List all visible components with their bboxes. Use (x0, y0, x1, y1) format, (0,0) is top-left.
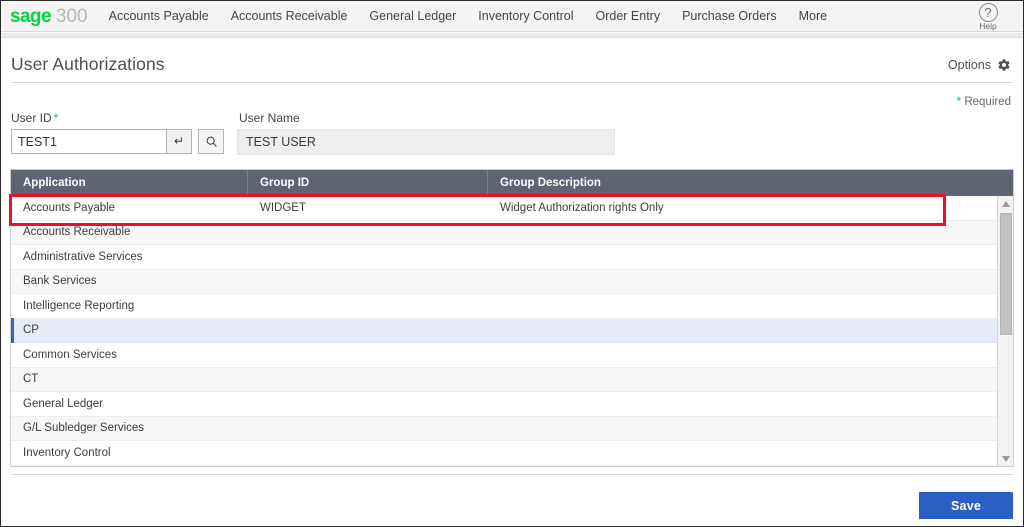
table-row[interactable]: CT (11, 367, 1013, 392)
table-row[interactable]: Accounts Payable WIDGET Widget Authorizati… (11, 196, 1013, 221)
nav-item-general-ledger[interactable]: General Ledger (358, 1, 467, 32)
title-divider (11, 82, 1013, 83)
user-id-finder-button[interactable] (198, 129, 224, 154)
footer-divider (11, 474, 1013, 475)
user-id-field-group: ↵ (11, 129, 192, 154)
grid-column-header-group-id[interactable]: Group ID (248, 170, 488, 196)
nav-item-more[interactable]: More (788, 1, 838, 32)
top-navigation-bar: sage 300 Accounts Payable Accounts Recei… (1, 1, 1023, 32)
options-button[interactable]: Options (948, 58, 1011, 72)
help-label: Help (979, 21, 997, 31)
user-id-input[interactable] (11, 129, 166, 154)
page-title: User Authorizations (11, 54, 165, 74)
cell-application: Accounts Receivable (23, 226, 131, 239)
table-row[interactable]: General Ledger (11, 392, 1013, 417)
cell-application: Bank Services (23, 275, 97, 288)
cell-group-description: Widget Authorization rights Only (500, 201, 664, 214)
scroll-down-arrow-icon[interactable] (998, 451, 1013, 466)
nav-sub-bar (1, 33, 1023, 38)
application-window: sage 300 Accounts Payable Accounts Recei… (0, 0, 1024, 527)
nav-item-accounts-payable[interactable]: Accounts Payable (98, 1, 220, 32)
user-name-label: User Name (239, 111, 300, 125)
cell-application: CT (23, 373, 39, 386)
cell-group-id: WIDGET (260, 201, 306, 214)
user-id-enter-button[interactable]: ↵ (166, 129, 192, 154)
table-row[interactable]: Accounts Receivable (11, 220, 1013, 245)
nav-item-purchase-orders[interactable]: Purchase Orders (671, 1, 787, 32)
cell-application: Common Services (23, 348, 117, 361)
nav-item-order-entry[interactable]: Order Entry (584, 1, 671, 32)
nav-item-accounts-receivable[interactable]: Accounts Receivable (220, 1, 359, 32)
help-button[interactable]: ? Help (967, 2, 1009, 31)
authorizations-grid: Application Group ID Group Description A… (10, 169, 1014, 467)
table-row[interactable]: G/L Subledger Services (11, 416, 1013, 441)
question-mark-icon: ? (978, 3, 998, 22)
nav-item-inventory-control[interactable]: Inventory Control (467, 1, 584, 32)
table-row[interactable]: Inventory Control (11, 441, 1013, 466)
user-id-label: User ID * (11, 111, 58, 125)
gear-icon (998, 59, 1010, 71)
user-id-label-text: User ID (11, 111, 52, 125)
table-row[interactable]: Administrative Services (11, 245, 1013, 270)
nav-item-list: Accounts Payable Accounts Receivable Gen… (98, 1, 838, 31)
grid-body: Accounts Payable WIDGET Widget Authorizati… (11, 196, 1013, 466)
required-text: Required (964, 96, 1011, 108)
cell-application: G/L Subledger Services (23, 422, 145, 435)
grid-vertical-scrollbar[interactable] (997, 196, 1013, 466)
cell-application: CP (23, 324, 39, 337)
cell-application: Intelligence Reporting (23, 299, 135, 312)
user-id-required-asterisk: * (53, 111, 59, 125)
user-name-input[interactable] (237, 129, 615, 155)
table-row[interactable]: Bank Services (11, 269, 1013, 294)
table-row[interactable]: Common Services (11, 343, 1013, 368)
cell-application: General Ledger (23, 397, 103, 410)
sage-300-logo[interactable]: sage 300 (1, 7, 98, 26)
required-legend: * Required (956, 94, 1011, 108)
table-row[interactable]: CP (11, 318, 1013, 343)
cell-application: Accounts Payable (23, 201, 116, 214)
sage-wordmark: sage (10, 5, 52, 27)
save-button[interactable]: Save (919, 492, 1013, 519)
cell-application: Inventory Control (23, 446, 111, 459)
row-selection-indicator (11, 318, 14, 343)
table-row[interactable]: Intelligence Reporting (11, 294, 1013, 319)
search-icon (206, 136, 217, 147)
grid-column-header-application[interactable]: Application (11, 170, 248, 196)
cell-application: Administrative Services (23, 250, 143, 263)
scrollbar-thumb[interactable] (1000, 213, 1012, 335)
grid-header-row: Application Group ID Group Description (11, 170, 1013, 196)
required-asterisk: * (956, 94, 962, 108)
scroll-up-arrow-icon[interactable] (998, 196, 1013, 212)
product-name: 300 (55, 5, 88, 27)
options-label: Options (947, 58, 991, 72)
grid-column-header-group-description[interactable]: Group Description (488, 170, 1013, 196)
